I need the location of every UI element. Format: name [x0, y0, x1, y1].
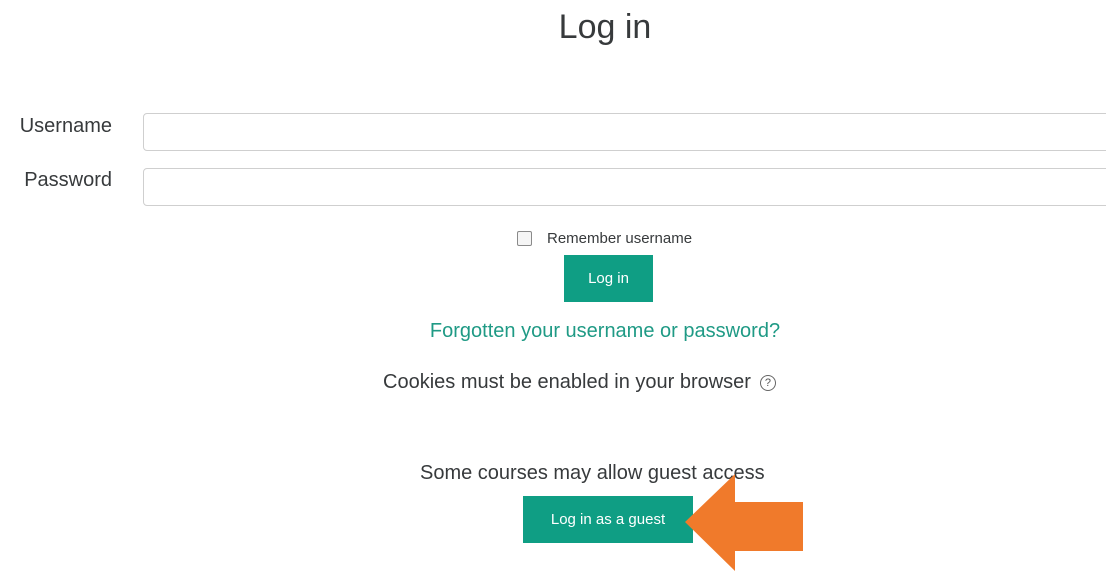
- remember-label: Remember username: [547, 230, 693, 247]
- password-label: Password: [24, 169, 112, 191]
- arrow-icon: [685, 474, 803, 571]
- login-button[interactable]: Log in: [564, 255, 653, 302]
- forgot-password-link[interactable]: Forgotten your username or password?: [0, 320, 1106, 343]
- remember-username-row[interactable]: Remember username: [517, 230, 692, 247]
- login-page: Log in Username Password Remember userna…: [0, 0, 1106, 571]
- help-icon[interactable]: ?: [759, 374, 776, 391]
- cookies-notice: Cookies must be enabled in your browser …: [383, 371, 776, 394]
- password-input[interactable]: [143, 168, 1106, 206]
- page-title: Log in: [558, 8, 652, 46]
- username-label: Username: [19, 115, 112, 137]
- guest-login-button[interactable]: Log in as a guest: [523, 496, 693, 543]
- cookies-text: Cookies must be enabled in your browser: [383, 371, 751, 393]
- remember-checkbox[interactable]: [517, 231, 532, 246]
- username-input[interactable]: [143, 113, 1106, 151]
